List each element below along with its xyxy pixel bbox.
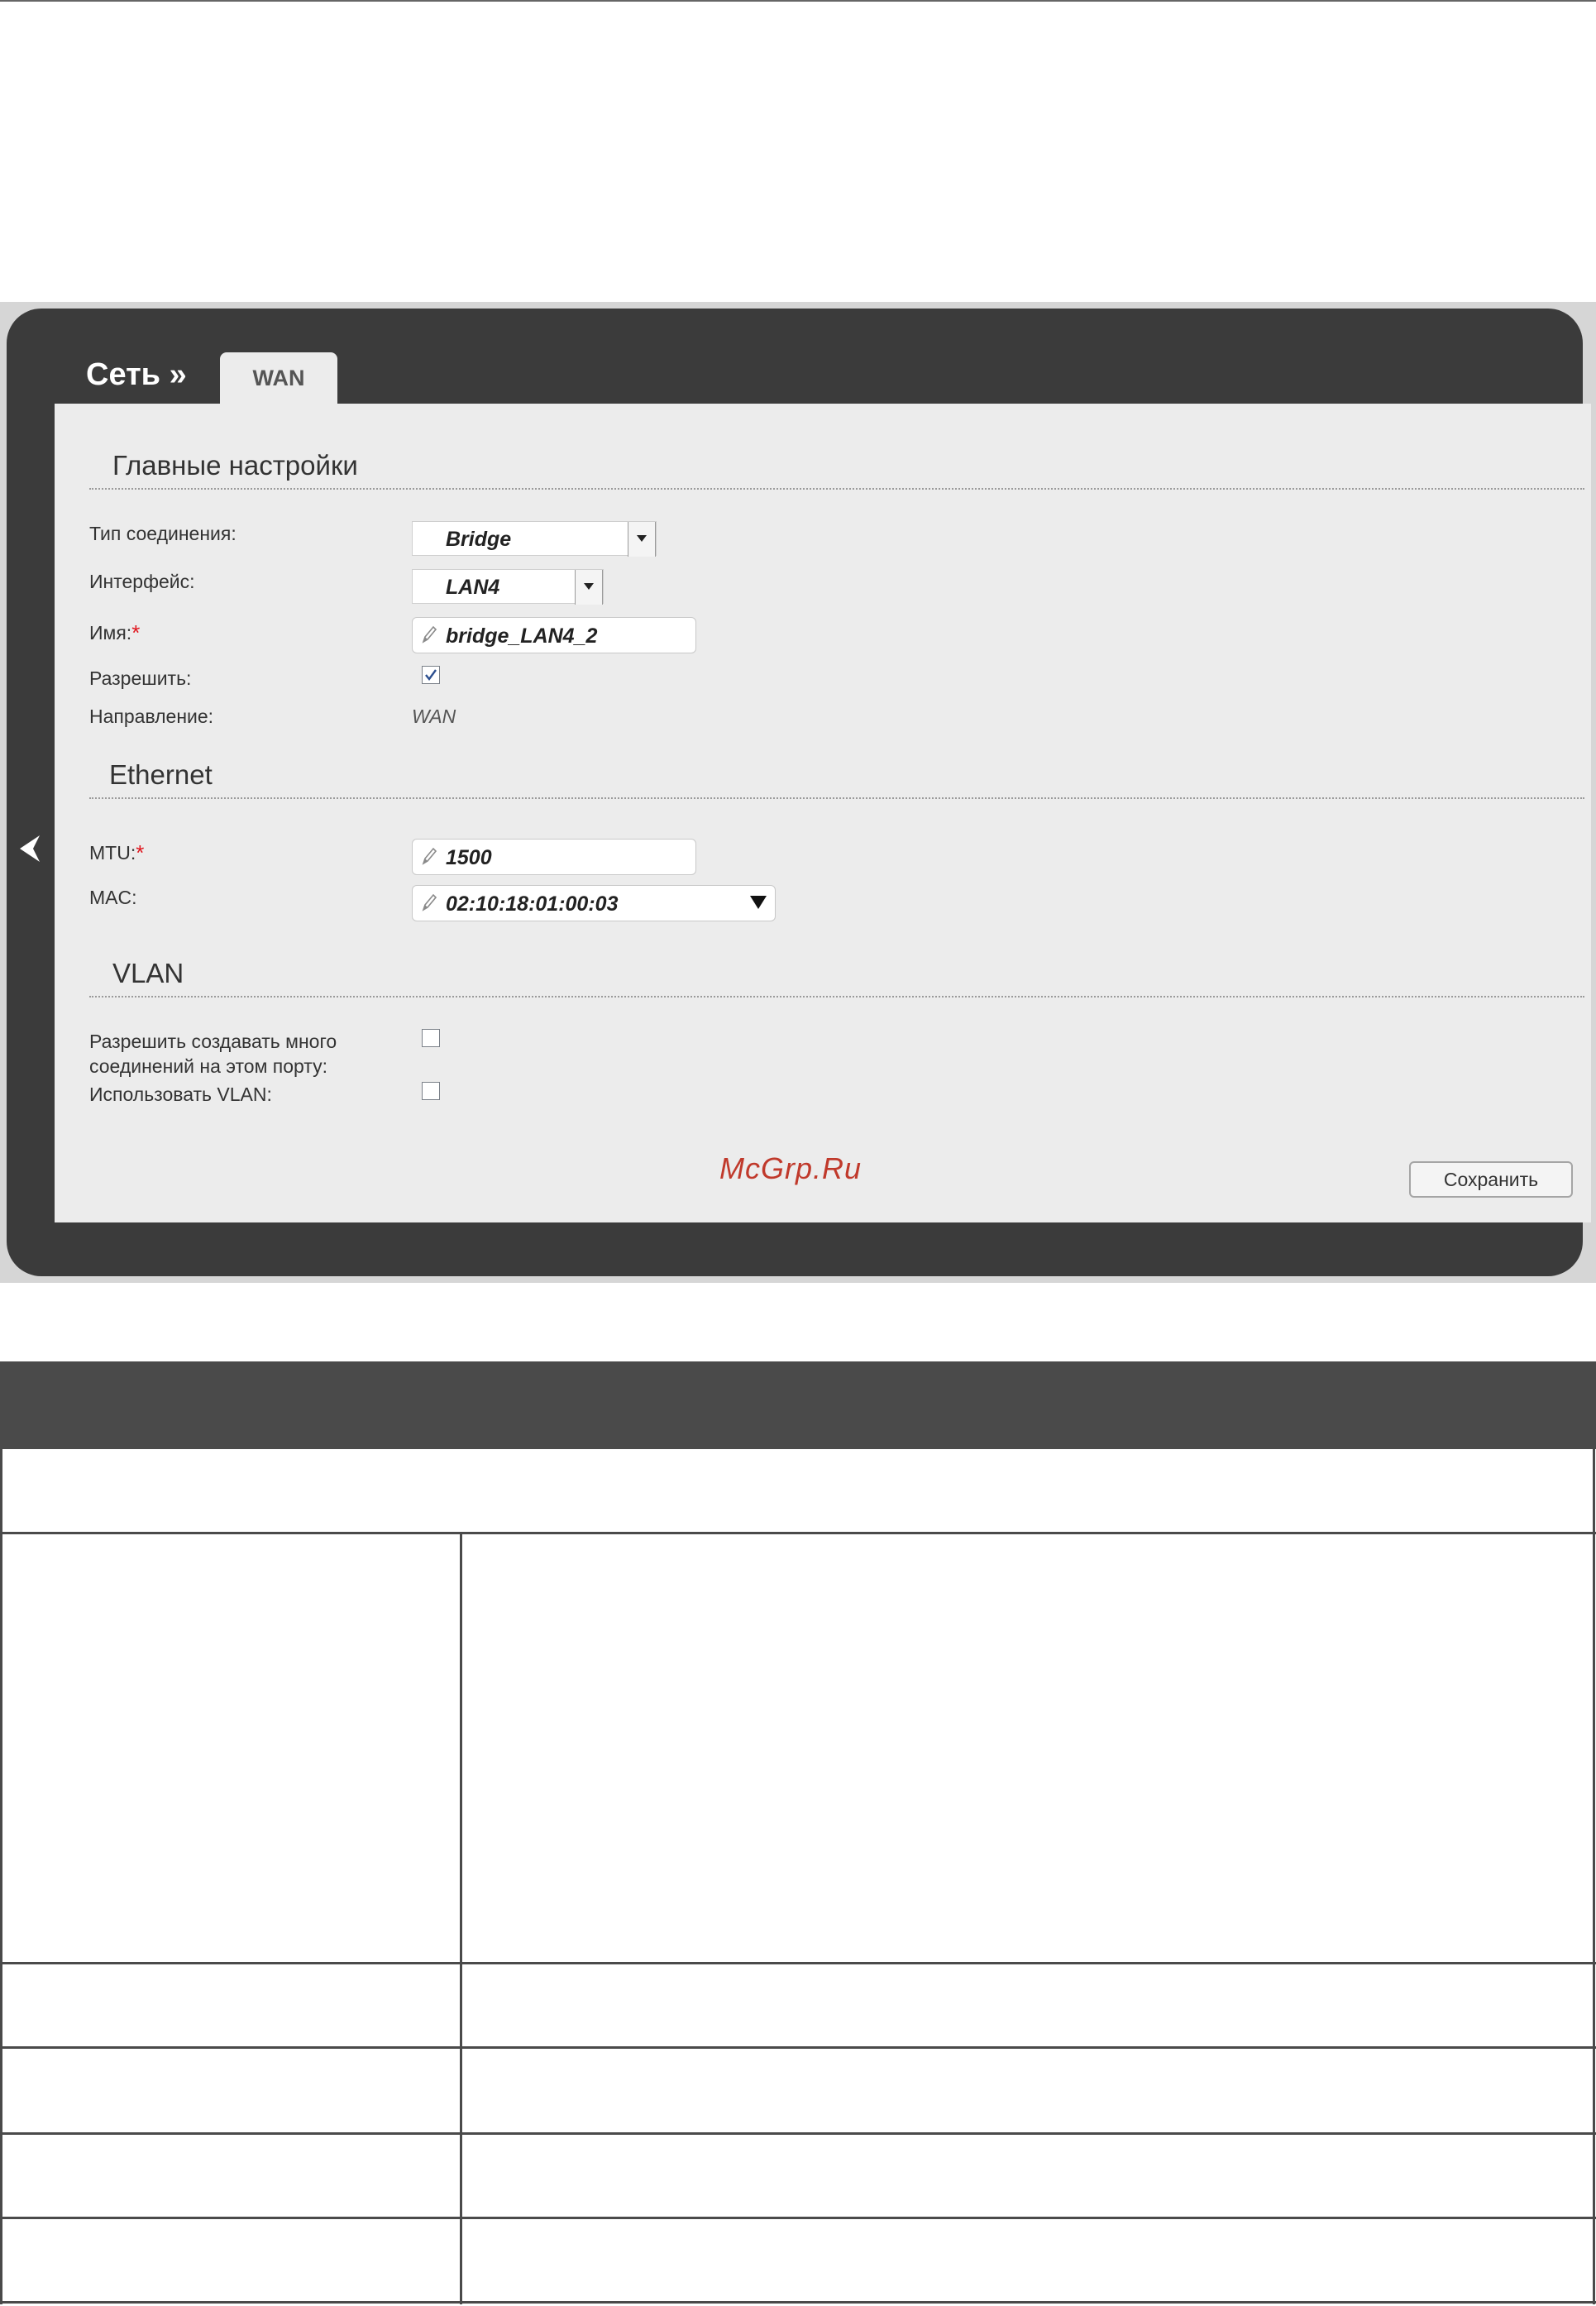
required-marker: * bbox=[136, 840, 145, 865]
parameters-table bbox=[0, 1449, 1596, 2304]
mtu-label: MTU:* bbox=[89, 840, 145, 865]
watermark: McGrp.Ru bbox=[719, 1151, 863, 1185]
triangle-down-icon bbox=[637, 535, 647, 542]
direction-label: Направление: bbox=[89, 706, 214, 727]
section-divider bbox=[89, 996, 1584, 998]
pencil-icon bbox=[422, 893, 437, 911]
table-column-divider bbox=[460, 1532, 462, 2304]
back-button[interactable] bbox=[15, 832, 46, 865]
triangle-down-icon bbox=[584, 583, 594, 590]
mtu-input[interactable]: 1500 bbox=[412, 839, 696, 875]
use-vlan-checkbox[interactable] bbox=[422, 1082, 440, 1100]
table-row-divider bbox=[0, 2046, 1596, 2049]
interface-value: LAN4 bbox=[446, 576, 500, 599]
top-rule bbox=[0, 0, 1596, 2]
direction-value: WAN bbox=[412, 706, 456, 727]
checkmark-icon bbox=[425, 669, 437, 681]
mac-value: 02:10:18:01:00:03 bbox=[446, 892, 619, 916]
chevron-left-icon bbox=[20, 835, 40, 862]
table-row-divider bbox=[0, 2301, 1596, 2304]
table-row-divider bbox=[0, 2217, 1596, 2219]
section-title-vlan: VLAN bbox=[112, 958, 184, 988]
enable-checkbox[interactable] bbox=[422, 666, 440, 684]
table-row-divider bbox=[0, 1532, 1596, 1534]
interface-dropdown-button[interactable] bbox=[575, 570, 603, 605]
section-title-ethernet: Ethernet bbox=[109, 759, 213, 790]
save-button[interactable]: Сохранить bbox=[1409, 1161, 1573, 1198]
triangle-down-icon[interactable] bbox=[750, 896, 767, 909]
mtu-value: 1500 bbox=[446, 846, 492, 869]
table-border bbox=[1593, 1449, 1595, 2304]
multi-conn-label: Разрешить создавать много соединений на э… bbox=[89, 1031, 337, 1077]
conn-type-select[interactable]: Bridge bbox=[412, 521, 657, 557]
pencil-icon bbox=[422, 625, 437, 643]
table-header bbox=[0, 1361, 1596, 1449]
name-input[interactable]: bridge_LAN4_2 bbox=[412, 617, 696, 653]
section-title-main: Главные настройки bbox=[112, 450, 358, 481]
interface-label: Интерфейс: bbox=[89, 571, 195, 592]
breadcrumb[interactable]: Сеть » bbox=[86, 357, 187, 393]
interface-select[interactable]: LAN4 bbox=[412, 569, 604, 605]
conn-type-value: Bridge bbox=[446, 528, 512, 551]
conn-type-dropdown-button[interactable] bbox=[628, 522, 656, 557]
section-divider bbox=[89, 797, 1584, 799]
name-value: bridge_LAN4_2 bbox=[446, 624, 598, 648]
multi-conn-checkbox[interactable] bbox=[422, 1029, 440, 1047]
settings-panel: Главные настройки Тип соединения: Bridge… bbox=[55, 404, 1591, 1222]
table-row-divider bbox=[0, 2132, 1596, 2135]
required-marker: * bbox=[131, 620, 141, 645]
tab-wan[interactable]: WAN bbox=[220, 352, 337, 404]
table-row-divider bbox=[0, 1962, 1596, 1964]
table-border bbox=[0, 1449, 2, 2304]
mac-combobox[interactable]: 02:10:18:01:00:03 bbox=[412, 885, 776, 921]
pencil-icon bbox=[422, 847, 437, 865]
name-label: Имя:* bbox=[89, 620, 141, 645]
mac-label: MAC: bbox=[89, 887, 137, 908]
use-vlan-label: Использовать VLAN: bbox=[89, 1084, 272, 1105]
conn-type-label: Тип соединения: bbox=[89, 523, 237, 544]
section-divider bbox=[89, 488, 1584, 490]
enable-label: Разрешить: bbox=[89, 667, 192, 689]
